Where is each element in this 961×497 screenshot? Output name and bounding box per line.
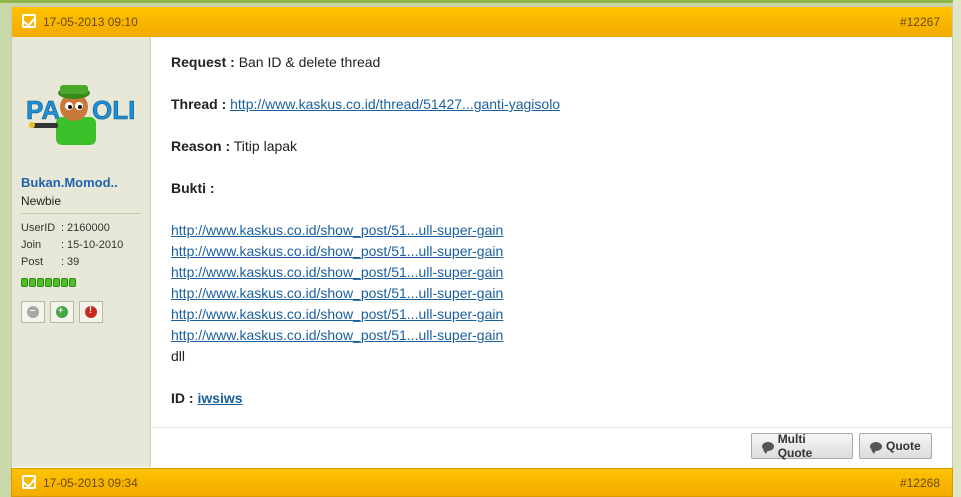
bukti-link[interactable]: http://www.kaskus.co.id/show_post/51...u…	[171, 306, 503, 322]
reputation-pip	[61, 278, 68, 287]
checkbox-icon[interactable]	[22, 475, 36, 489]
quote-button[interactable]: Quote	[859, 433, 932, 459]
parkir-oli-avatar-icon: PA OLI	[26, 85, 136, 145]
multi-quote-label: Multi Quote	[777, 432, 813, 460]
give-reputation-button[interactable]	[50, 301, 74, 323]
info-key: Join	[21, 239, 42, 251]
reason-label: Reason :	[171, 138, 231, 154]
reason-value: Titip lapak	[233, 138, 298, 154]
post-header: 17-05-2013 09:10 #12267	[12, 7, 952, 37]
bukti-label: Bukti :	[171, 180, 215, 196]
speech-bubble-icon	[870, 441, 882, 454]
info-key: UserID	[21, 222, 56, 234]
thread-link[interactable]: http://www.kaskus.co.id/thread/51427...g…	[230, 96, 560, 112]
info-value: 2160000	[67, 222, 110, 234]
author-username-link[interactable]: Bukan.Momod..	[21, 175, 118, 190]
reputation-bar	[21, 278, 76, 287]
warning-icon	[85, 305, 97, 318]
next-post-header: 17-05-2013 09:34 #12268	[11, 468, 953, 497]
reputation-pip	[53, 278, 60, 287]
author-info-userid: UserID:2160000	[21, 222, 110, 234]
svg-text:PA: PA	[26, 95, 60, 125]
info-value: 39	[67, 256, 80, 268]
bukti-line: Bukti :	[171, 180, 215, 196]
info-key: Post	[21, 256, 44, 268]
plus-icon	[56, 305, 68, 318]
checkbox-icon[interactable]	[22, 14, 36, 28]
reputation-pip	[29, 278, 36, 287]
post-container: 17-05-2013 09:10 #12267 PA OLI Bukan.Mom…	[11, 6, 953, 486]
next-post-number-link[interactable]: #12268	[900, 476, 940, 490]
reputation-pip	[37, 278, 44, 287]
reputation-pip	[21, 278, 28, 287]
thread-line: Thread : http://www.kaskus.co.id/thread/…	[171, 96, 560, 112]
reason-line: Reason : Titip lapak	[171, 138, 297, 154]
post-content: Request : Ban ID & delete thread Thread …	[152, 37, 952, 467]
bukti-link[interactable]: http://www.kaskus.co.id/show_post/51...u…	[171, 222, 503, 238]
info-value: 15-10-2010	[67, 239, 124, 251]
post-number-link[interactable]: #12267	[900, 15, 940, 29]
bukti-link[interactable]: http://www.kaskus.co.id/show_post/51...u…	[171, 243, 503, 259]
status-icon	[27, 305, 39, 318]
page-edge	[953, 0, 961, 497]
author-rank: Newbie	[21, 194, 62, 208]
author-actions	[21, 301, 103, 323]
reputation-pip	[45, 278, 52, 287]
id-label: ID :	[171, 390, 194, 406]
id-line: ID : iwsiws	[171, 390, 243, 406]
author-sidebar: PA OLI Bukan.Momod.. Newbie UserID:21600…	[12, 37, 151, 467]
avatar[interactable]: PA OLI	[24, 77, 136, 147]
bukti-link[interactable]: http://www.kaskus.co.id/show_post/51...u…	[171, 285, 503, 301]
thread-label: Thread :	[171, 96, 227, 112]
speech-bubble-icon	[762, 441, 774, 454]
id-link[interactable]: iwsiws	[197, 390, 242, 406]
author-info-post: Post:39	[21, 256, 80, 268]
author-info-join: Join:15-10-2010	[21, 239, 124, 251]
divider	[21, 213, 141, 214]
top-border	[0, 0, 961, 3]
request-value: Ban ID & delete thread	[238, 54, 381, 70]
request-line: Request : Ban ID & delete thread	[171, 54, 380, 70]
multi-quote-button[interactable]: Multi Quote	[751, 432, 853, 460]
offline-status-button[interactable]	[21, 301, 45, 323]
request-label: Request :	[171, 54, 235, 70]
post-date: 17-05-2013 09:10	[43, 15, 138, 29]
next-post-date: 17-05-2013 09:34	[43, 476, 138, 490]
quote-label: Quote	[886, 439, 921, 453]
report-button[interactable]	[79, 301, 103, 323]
svg-text:OLI: OLI	[92, 95, 134, 125]
footer-divider	[152, 427, 952, 428]
dll-text: dll	[171, 348, 186, 364]
reputation-pip	[69, 278, 76, 287]
bukti-link[interactable]: http://www.kaskus.co.id/show_post/51...u…	[171, 264, 503, 280]
bukti-link[interactable]: http://www.kaskus.co.id/show_post/51...u…	[171, 327, 503, 343]
